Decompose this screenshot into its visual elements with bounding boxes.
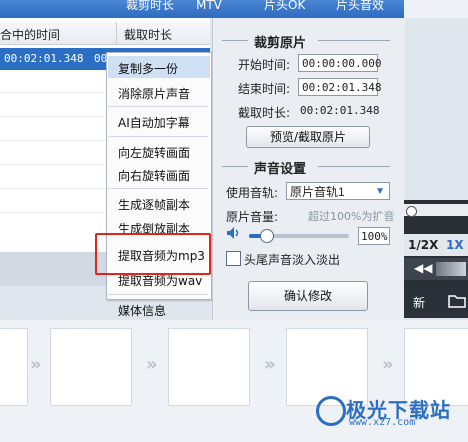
preview-progress-handle[interactable] (406, 206, 417, 217)
menu-item-rotate-right[interactable]: 向右旋转画面 (118, 167, 190, 184)
red-highlight-box (95, 233, 211, 275)
speaker-icon[interactable] (226, 226, 242, 240)
rewind-icon[interactable]: ◀◀ (414, 261, 432, 275)
menu-item-rotate-left[interactable]: 向左旋转画面 (118, 144, 190, 161)
preview-thumbnail (436, 262, 466, 276)
audio-track-label: 使用音轨: (226, 186, 279, 200)
menu-item-duplicate[interactable]: 复制多一份 (118, 60, 178, 77)
tab-title-sound[interactable]: 片头音效 (336, 0, 384, 18)
section-rule (318, 40, 390, 41)
preview-crop-button[interactable]: 预览/截取原片 (246, 126, 370, 148)
menu-separator (108, 106, 208, 107)
new-button[interactable]: 新 (413, 294, 425, 311)
duration-value: 00:02:01.348 (300, 104, 380, 117)
menu-item-mute-original[interactable]: 消除原片声音 (118, 85, 190, 102)
volume-label: 原片音量: (226, 210, 279, 224)
folder-icon[interactable] (448, 294, 466, 311)
chevron-down-icon: ▼ (375, 186, 385, 197)
section-rule (222, 40, 248, 41)
confirm-button[interactable]: 确认修改 (248, 281, 368, 311)
tab-title-ok[interactable]: 片头OK (264, 0, 305, 18)
watermark-logo-icon (316, 396, 346, 426)
column-header-time: 合中的时间 (0, 28, 61, 42)
watermark-url: www.xz7.com (349, 417, 416, 428)
clip-slot[interactable] (0, 328, 28, 406)
clip-slot[interactable] (50, 328, 132, 406)
end-time-input[interactable]: 00:02:01.348 (298, 78, 381, 96)
column-divider (116, 22, 117, 44)
column-header-duration: 截取时长 (124, 28, 173, 42)
duration-label: 截取时长: (238, 106, 291, 120)
volume-input[interactable]: 100% (358, 227, 390, 245)
speed-half-button[interactable]: 1/2X (408, 238, 438, 252)
top-right-area (404, 0, 468, 18)
audio-section-title: 声音设置 (254, 162, 307, 177)
audio-track-select[interactable]: 原片音轨1 ▼ (286, 182, 390, 200)
section-rule (222, 166, 248, 167)
menu-separator (108, 188, 208, 189)
row-time-value: 00:02:01.348 (4, 52, 84, 65)
end-time-label: 结束时间: (238, 82, 291, 96)
chevron-right-icon: » (264, 354, 276, 375)
volume-hint: 超过100%为扩音 (308, 210, 395, 223)
chevron-right-icon: » (382, 354, 394, 375)
fade-checkbox[interactable] (226, 251, 241, 266)
start-time-label: 开始时间: (238, 58, 291, 72)
speed-normal-button[interactable]: 1X (446, 238, 464, 252)
top-tab-bar: 裁剪时长 MTV 片头OK 片头音效 (0, 0, 468, 18)
volume-slider-handle[interactable] (260, 229, 274, 243)
menu-item-frame-copy[interactable]: 生成逐帧副本 (118, 196, 190, 213)
menu-separator (108, 136, 208, 137)
audio-track-value: 原片音轨1 (290, 185, 345, 199)
section-rule (318, 166, 390, 167)
chevron-right-icon: » (146, 354, 158, 375)
crop-section-title: 裁剪原片 (254, 36, 307, 51)
menu-separator (108, 294, 208, 295)
menu-item-media-info[interactable]: 媒体信息 (118, 302, 166, 319)
tab-mtv[interactable]: MTV (196, 0, 222, 18)
menu-item-ai-subtitles[interactable]: AI自动加字幕 (118, 114, 190, 131)
start-time-input[interactable]: 00:00:00.000 (298, 54, 381, 72)
clip-slot[interactable] (168, 328, 250, 406)
chevron-right-icon: » (30, 354, 42, 375)
tab-crop-duration[interactable]: 裁剪时长 (126, 0, 174, 18)
fade-label: 头尾声音淡入淡出 (244, 253, 341, 267)
